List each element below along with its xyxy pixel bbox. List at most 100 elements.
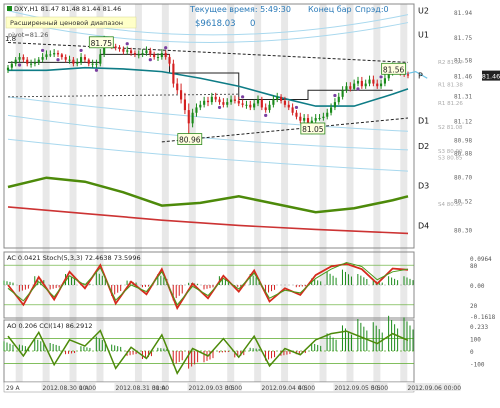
candle-body	[237, 100, 240, 104]
session-band	[319, 4, 327, 382]
candle-body	[72, 59, 75, 64]
fractal-dot	[41, 48, 45, 53]
candle-body	[295, 112, 298, 117]
fractal-dot	[356, 87, 360, 91]
session-band	[227, 4, 235, 382]
candle-body	[214, 96, 217, 100]
ao-tick-label: 100	[470, 337, 481, 344]
candle-body	[372, 79, 375, 84]
pivot-level-label: D3	[418, 182, 429, 191]
ao-tick-label: 0	[470, 349, 474, 356]
fractal-dot	[79, 48, 83, 53]
candle-body	[291, 107, 294, 113]
candle-body	[383, 78, 386, 84]
ao-cci-label: AO 0.206 CCI(14) 86.2912	[7, 322, 92, 330]
candle-body	[145, 50, 148, 54]
fractal-dot	[264, 113, 268, 117]
candle-body	[195, 107, 198, 113]
candle-body	[299, 116, 302, 121]
candle-body	[376, 83, 379, 87]
ao-tick-label: -100	[470, 361, 485, 368]
candle-body	[95, 63, 98, 65]
time-label: 2012.09.06 00:00	[408, 385, 462, 392]
session-band	[254, 4, 262, 382]
candle-body	[199, 104, 202, 108]
candle-body	[156, 57, 160, 59]
time-label: 4 S	[298, 385, 308, 392]
quantity-label: 0	[250, 19, 255, 29]
candle-body	[303, 118, 306, 121]
candle-body	[260, 99, 263, 108]
y-tick-label: 81.46	[454, 74, 472, 81]
candle-body	[322, 116, 325, 119]
pivot-level-label: U2	[418, 7, 429, 16]
candle-body	[268, 104, 271, 111]
pivot-level-label: S3 80.90	[438, 149, 463, 155]
candle-body	[141, 53, 144, 55]
ac-tick-label: 80	[470, 263, 478, 270]
time-label: 1 A	[79, 385, 90, 392]
pivot-level-label: D4	[418, 221, 429, 230]
candle-body	[349, 86, 352, 89]
candle-body	[406, 74, 410, 76]
fractal-dot	[125, 42, 129, 46]
candle-body	[168, 57, 171, 64]
candle-body	[164, 53, 167, 58]
fractal-dot	[164, 46, 168, 50]
candle-body	[345, 86, 348, 91]
server-time: Текущее время: 5:49:30	[189, 5, 291, 14]
candle-body	[187, 110, 190, 124]
candle-body	[276, 96, 279, 100]
candle-body	[337, 96, 340, 103]
candle-body	[360, 80, 363, 87]
candle-body	[287, 104, 290, 108]
candle-body	[160, 53, 163, 58]
session-band	[346, 4, 354, 382]
session-band	[188, 4, 196, 382]
candle-body	[133, 53, 136, 55]
candle-body	[249, 104, 252, 108]
candle-body	[41, 57, 44, 60]
time-label: 3 S	[225, 385, 235, 392]
pivot-level-label: S2 81.08	[438, 125, 463, 131]
candle-body	[183, 99, 186, 111]
candle-body	[87, 59, 90, 64]
candle-body	[180, 90, 183, 100]
ac-tick-label: 0.0964	[470, 256, 492, 263]
candle-body	[241, 103, 244, 105]
candle-body	[45, 54, 48, 58]
candle-body	[280, 96, 283, 101]
candle-body	[91, 63, 94, 65]
candle-body	[203, 100, 206, 105]
price-annotation-label: 81.56	[383, 65, 405, 74]
candle-body	[264, 107, 267, 111]
candle-body	[176, 83, 179, 91]
y-tick-label: 81.94	[454, 10, 472, 17]
candle-body	[318, 118, 321, 120]
fractal-dot	[333, 93, 337, 98]
session-band	[134, 4, 142, 382]
candle-body	[76, 62, 79, 64]
pivot-level-label: P	[418, 72, 423, 81]
candle-body	[283, 100, 286, 105]
candle-body	[306, 118, 310, 124]
pivot-level-label: U1	[418, 31, 429, 40]
candle-body	[114, 46, 117, 48]
ac-stoch-label: AC 0.0421 Stoch(5,3,3) 72.4638 73.5996	[7, 254, 141, 262]
chart-canvas[interactable]: 81.7580.9681.0581.5681.9481.7581.5881.46…	[0, 0, 500, 408]
fractal-dot	[148, 58, 152, 62]
candle-body	[30, 63, 33, 65]
fractal-dot	[294, 105, 299, 110]
candle-body	[130, 50, 133, 54]
pivot-level-label: R1 81.26	[438, 101, 463, 107]
fractal-dot	[94, 68, 99, 72]
candle-body	[230, 99, 233, 103]
candle-body	[60, 54, 63, 58]
fractal-dot	[241, 95, 245, 99]
candle-body	[68, 59, 71, 61]
candle-body	[49, 54, 52, 56]
candle-body	[233, 99, 236, 101]
time-label: 31 A	[152, 385, 167, 392]
time-label: 5 S	[371, 385, 381, 392]
candle-body	[272, 99, 275, 105]
